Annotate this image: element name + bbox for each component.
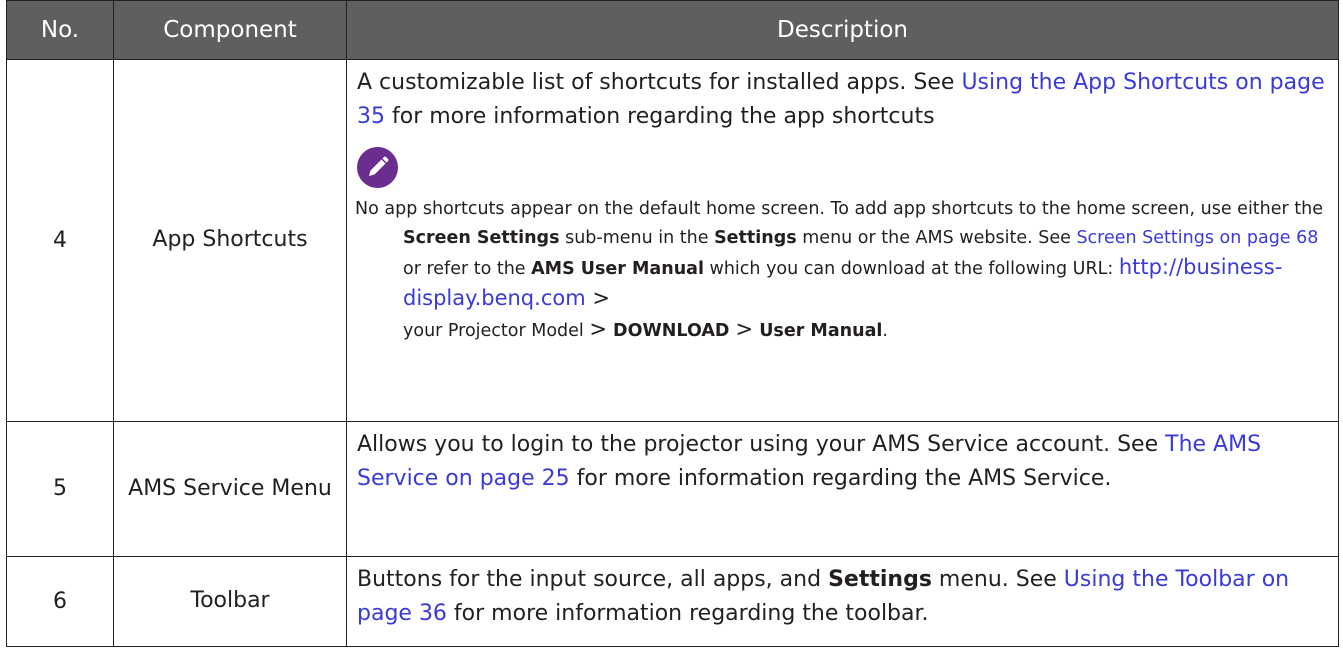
row-number: 5 xyxy=(6,420,114,557)
screen-settings-page-link[interactable]: Screen Settings on page 68 xyxy=(1076,228,1318,248)
description-text: menu. See xyxy=(931,566,1064,592)
table-header-row: No. Component Description xyxy=(6,0,1339,60)
table-row: 5 AMS Service Menu Allows you to login t… xyxy=(6,420,1339,557)
download-bold: DOWNLOAD xyxy=(606,321,736,341)
description-text: Buttons for the input source, all apps, … xyxy=(357,566,829,592)
settings-bold: Settings xyxy=(828,566,932,592)
row-description: Allows you to login to the projector usi… xyxy=(346,420,1339,557)
header-no: No. xyxy=(6,0,114,60)
component-table: No. Component Description 4 App Shortcut… xyxy=(6,0,1339,648)
header-component: Component xyxy=(113,0,347,60)
header-description: Description xyxy=(346,0,1339,60)
screen-settings-bold: Screen Settings xyxy=(403,228,560,248)
row-number: 6 xyxy=(6,555,114,648)
description-text: for more information regarding the toolb… xyxy=(446,600,929,626)
row-description: A customizable list of shortcuts for ins… xyxy=(346,59,1339,422)
pencil-note-icon xyxy=(357,147,398,188)
description-text: A customizable list of shortcuts for ins… xyxy=(357,70,962,95)
user-manual-bold: User Manual xyxy=(753,321,883,341)
description-text: for more information regarding the AMS S… xyxy=(569,465,1112,491)
row-number: 4 xyxy=(6,59,114,422)
row-component: Toolbar xyxy=(113,555,347,648)
note-text: No app shortcuts appear on the default h… xyxy=(355,199,1324,341)
row-component: App Shortcuts xyxy=(113,59,347,422)
ams-user-manual-bold: AMS User Manual xyxy=(531,259,704,279)
table-row: 4 App Shortcuts A customizable list of s… xyxy=(6,59,1339,422)
row-component: AMS Service Menu xyxy=(113,420,347,557)
row-description: Buttons for the input source, all apps, … xyxy=(346,555,1339,648)
table-row: 6 Toolbar Buttons for the input source, … xyxy=(6,555,1339,648)
description-text: for more information regarding the app s… xyxy=(385,104,935,129)
description-text: Allows you to login to the projector usi… xyxy=(357,431,1166,457)
settings-bold: Settings xyxy=(714,228,797,248)
